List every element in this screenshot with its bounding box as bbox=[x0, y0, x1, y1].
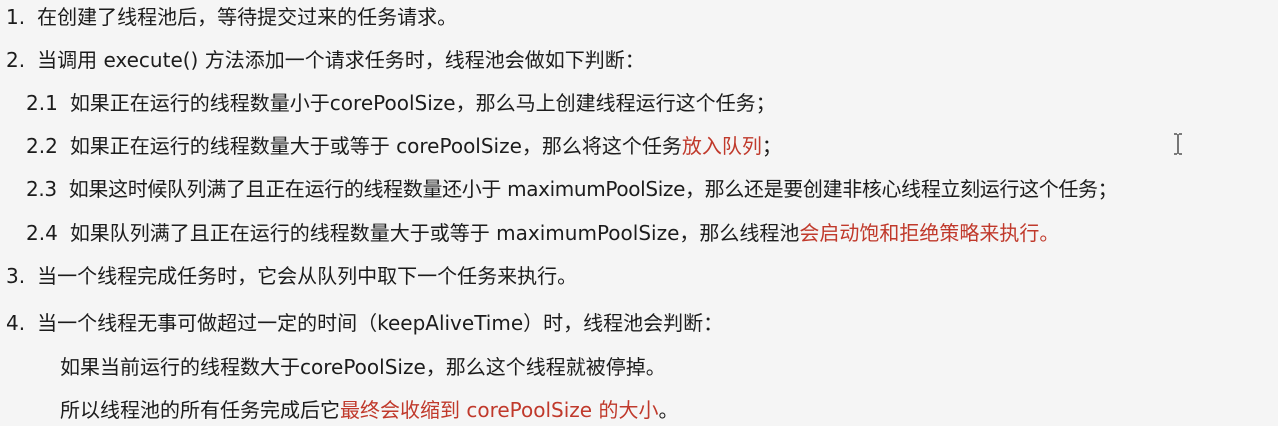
highlight-text: 会启动饱和拒绝策略来执行。 bbox=[799, 221, 1060, 245]
list-item-4-detail-1: 如果当前运行的线程数大于corePoolSize，那么这个线程就被停掉。 bbox=[60, 352, 666, 382]
item-number: 2.2 bbox=[26, 134, 58, 158]
item-text-end: ； bbox=[761, 134, 782, 158]
item-number: 2. bbox=[6, 48, 26, 72]
highlight-text: 放入队列 bbox=[681, 134, 762, 158]
item-text: 如果正在运行的线程数量大于或等于 corePoolSize，那么将这个任务 bbox=[69, 134, 682, 158]
list-item-2-3: 2.3 如果这时候队列满了且正在运行的线程数量还小于 maximumPoolSiz… bbox=[26, 174, 1118, 204]
list-item-2-1: 2.1 如果正在运行的线程数量小于corePoolSize，那么马上创建线程运行这… bbox=[26, 88, 776, 118]
item-text: 如果队列满了且正在运行的线程数量大于或等于 maximumPoolSize，那么… bbox=[69, 221, 800, 245]
list-item-2-2: 2.2 如果正在运行的线程数量大于或等于 corePoolSize，那么将这个任务… bbox=[26, 131, 782, 161]
item-number: 2.4 bbox=[26, 221, 58, 245]
item-text: 当调用 execute() 方法添加一个请求任务时，线程池会做如下判断： bbox=[37, 48, 645, 72]
item-number: 1. bbox=[6, 5, 26, 29]
item-number: 2.3 bbox=[26, 177, 57, 201]
item-text: 如果正在运行的线程数量小于corePoolSize，那么马上创建线程运行这个任务… bbox=[69, 91, 776, 115]
list-item-4: 4. 当一个线程无事可做超过一定的时间（keepAliveTime）时，线程池会判… bbox=[6, 308, 723, 338]
list-item-3: 3. 当一个线程完成任务时，它会从队列中取下一个任务来执行。 bbox=[6, 261, 577, 291]
item-text-end: 。 bbox=[658, 398, 679, 422]
item-text: 如果这时候队列满了且正在运行的线程数量还小于 maximumPoolSize，那… bbox=[68, 177, 1118, 201]
item-text: 在创建了线程池后，等待提交过来的任务请求。 bbox=[37, 5, 458, 29]
item-number: 3. bbox=[6, 264, 26, 288]
item-text: 当一个线程无事可做超过一定的时间（keepAliveTime）时，线程池会判断： bbox=[37, 311, 724, 335]
item-number: 4. bbox=[6, 311, 26, 335]
list-item-2: 2. 当调用 execute() 方法添加一个请求任务时，线程池会做如下判断： bbox=[6, 45, 645, 75]
list-item-1: 1. 在创建了线程池后，等待提交过来的任务请求。 bbox=[6, 2, 457, 32]
document-page: 1. 在创建了线程池后，等待提交过来的任务请求。 2. 当调用 execute() … bbox=[0, 0, 1278, 426]
list-item-2-4: 2.4 如果队列满了且正在运行的线程数量大于或等于 maximumPoolSize… bbox=[26, 218, 1059, 248]
item-number: 2.1 bbox=[26, 91, 58, 115]
highlight-text: 最终会收缩到 corePoolSize 的大小 bbox=[340, 398, 659, 422]
item-text: 所以线程池的所有任务完成后它 bbox=[60, 398, 340, 422]
text-cursor-icon bbox=[1174, 133, 1182, 155]
item-text: 当一个线程完成任务时，它会从队列中取下一个任务来执行。 bbox=[37, 264, 578, 288]
list-item-4-detail-2: 所以线程池的所有任务完成后它最终会收缩到 corePoolSize 的大小。 bbox=[60, 395, 678, 425]
item-text: 如果当前运行的线程数大于corePoolSize，那么这个线程就被停掉。 bbox=[60, 355, 666, 379]
